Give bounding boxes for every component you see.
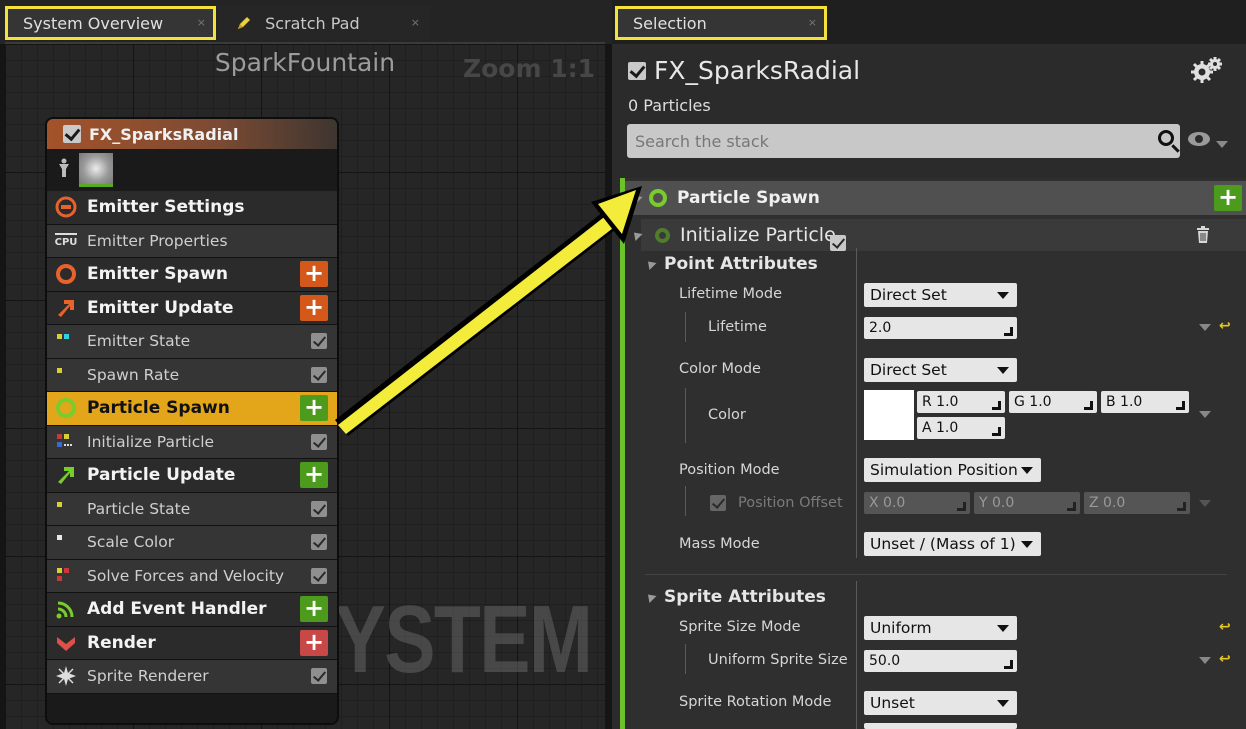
annotation-arrow — [335, 186, 642, 436]
arrow-icon — [335, 186, 642, 436]
